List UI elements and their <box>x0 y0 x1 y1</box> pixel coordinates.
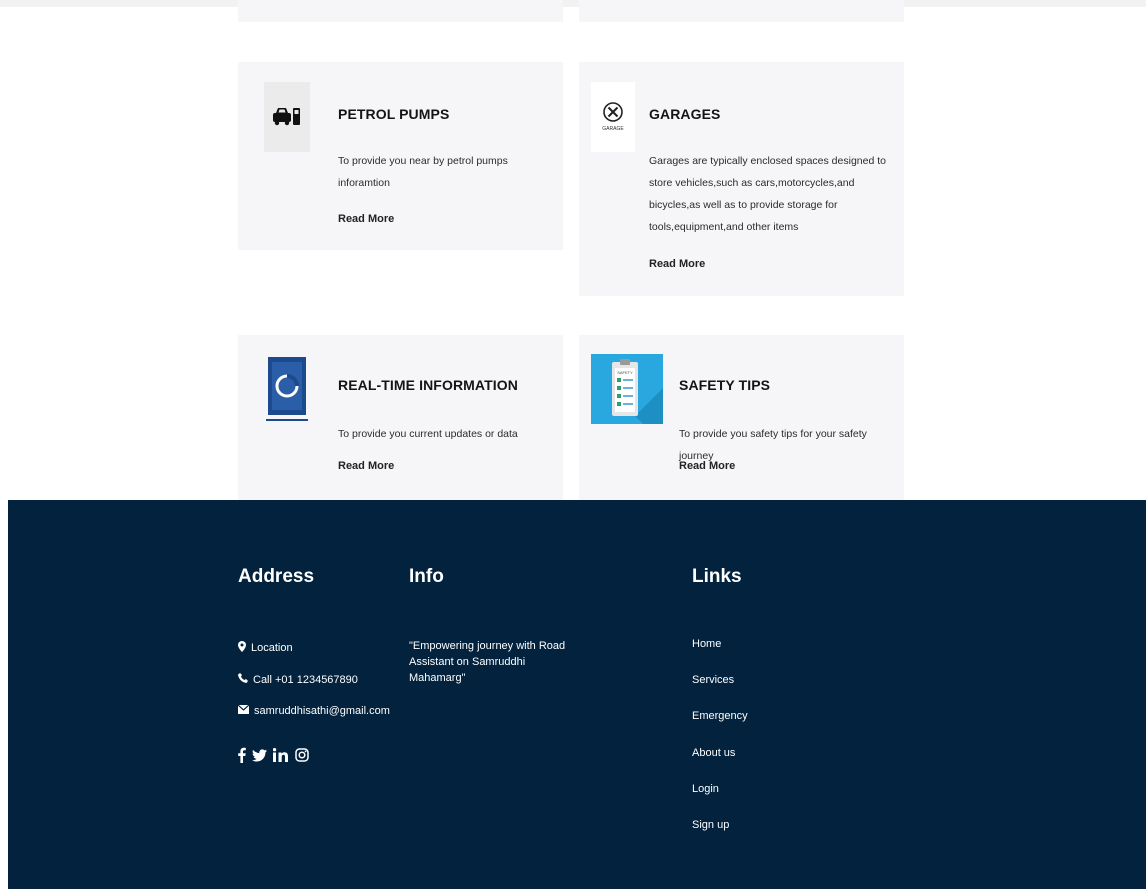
petrol-pump-car-icon <box>264 82 310 152</box>
footer-location[interactable]: Location <box>238 641 293 655</box>
footer-links-heading: Links <box>692 566 742 587</box>
card-title: SAFETY TIPS <box>679 377 771 393</box>
real-time-info-icon <box>266 355 308 425</box>
service-card-garages: GARAGE GARAGES Garages are typically enc… <box>579 62 904 296</box>
footer-email[interactable]: samruddhisathi@gmail.com <box>237 704 390 717</box>
service-card-safety-tips: SAFETY SAFETY TIPS To provide you safety… <box>579 335 904 501</box>
card-description: Garages are typically enclosed spaces de… <box>649 155 886 233</box>
svg-text:GARAGE: GARAGE <box>602 126 624 132</box>
read-more-link[interactable]: Read More <box>338 213 394 225</box>
read-more-link[interactable]: Read More <box>679 460 735 472</box>
phone-icon <box>238 673 248 686</box>
footer-email-text: samruddhisathi@gmail.com <box>254 705 390 717</box>
read-more-link[interactable]: Read More <box>649 258 705 270</box>
footer-address-heading: Address <box>238 566 315 587</box>
linkedin-icon[interactable] <box>273 748 289 762</box>
card-description: To provide you near by petrol pumps info… <box>338 155 508 189</box>
footer-location-text: Location <box>251 642 293 654</box>
footer-link-login[interactable]: Login <box>692 783 719 795</box>
card-title: PETROL PUMPS <box>338 106 450 122</box>
facebook-icon[interactable] <box>238 747 246 763</box>
map-marker-icon <box>238 641 246 655</box>
svg-text:SAFETY: SAFETY <box>617 370 633 375</box>
footer-phone[interactable]: Call +01 1234567890 <box>238 673 358 686</box>
service-card-petrol-pumps: PETROL PUMPS To provide you near by petr… <box>238 62 563 250</box>
footer-link-sign-up[interactable]: Sign up <box>692 819 729 831</box>
footer-info-heading: Info <box>409 566 444 587</box>
read-more-link[interactable]: Read More <box>338 460 394 472</box>
garage-badge-icon: GARAGE <box>591 82 635 152</box>
footer-link-home[interactable]: Home <box>692 638 721 650</box>
service-card-real-time-information: REAL-TIME INFORMATION To provide you cur… <box>238 335 563 501</box>
card-description: To provide you current updates or data <box>338 428 518 440</box>
footer-link-emergency[interactable]: Emergency <box>692 710 748 722</box>
footer-link-services[interactable]: Services <box>692 674 734 686</box>
footer-info-text: "Empowering journey with Road Assistant … <box>409 640 566 684</box>
instagram-icon[interactable] <box>295 748 309 762</box>
footer-link-about-us[interactable]: About us <box>692 747 735 759</box>
card-title: REAL-TIME INFORMATION <box>338 377 518 393</box>
previous-card-bottom-left <box>238 0 563 22</box>
envelope-icon <box>237 704 250 717</box>
previous-card-bottom-right <box>579 0 904 22</box>
safety-clipboard-icon: SAFETY <box>591 354 663 424</box>
card-title: GARAGES <box>649 106 721 122</box>
site-footer: Address Location Call +01 1234567890 sam… <box>8 500 1146 889</box>
footer-phone-text: Call +01 1234567890 <box>253 673 358 686</box>
twitter-icon[interactable] <box>252 748 267 762</box>
top-border <box>0 0 1146 7</box>
social-links <box>238 747 309 763</box>
